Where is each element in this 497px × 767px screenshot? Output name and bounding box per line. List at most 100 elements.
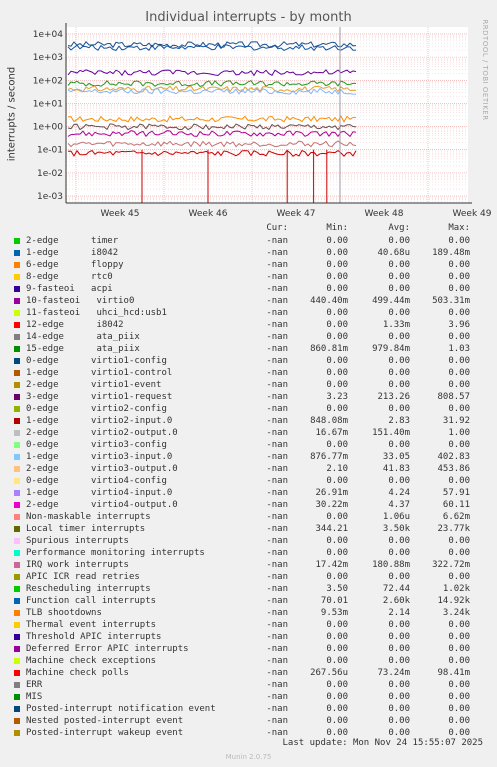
legend-label: 14-edge ata_piix (26, 332, 140, 342)
legend-row: 8-edge rtc0 -nan 0.00 0.00 0.00 (0, 271, 497, 283)
legend-label: Machine check exceptions (26, 656, 157, 666)
legend-cur-value: -nan (266, 608, 288, 618)
legend-min-value: 0.00 (326, 236, 348, 246)
legend-avg-value: 73.24m (377, 668, 410, 678)
legend-avg-value: 0.00 (388, 404, 410, 414)
col-avg-header: Avg: (388, 223, 410, 233)
legend-min-value: 0.00 (326, 572, 348, 582)
legend-min-value: 0.00 (326, 308, 348, 318)
legend-min-value: 876.77m (310, 452, 348, 462)
legend-row: IRQ work interrupts -nan 17.42m 180.88m 322.… (0, 559, 497, 571)
legend-row: 6-edge floppy -nan 0.00 0.00 0.00 (0, 259, 497, 271)
legend-swatch (14, 370, 20, 376)
legend-avg-value: 0.00 (388, 272, 410, 282)
legend-max-value: 189.48m (432, 248, 470, 258)
legend-avg-value: 0.00 (388, 548, 410, 558)
legend-cur-value: -nan (266, 284, 288, 294)
legend-label: Non-maskable interrupts (26, 512, 151, 522)
legend-min-value: 0.00 (326, 368, 348, 378)
legend-swatch (14, 598, 20, 604)
legend-max-value: 0.00 (448, 692, 470, 702)
legend-avg-value: 0.00 (388, 260, 410, 270)
legend-row: 2-edge virtio2-output.0 -nan 16.67m 151.40m… (0, 427, 497, 439)
legend-avg-value: 72.44 (382, 584, 410, 594)
legend-min-value: 3.23 (326, 392, 348, 402)
col-max-header: Max: (448, 223, 470, 233)
y-tick-label: 1e+04 (33, 30, 64, 40)
legend-label: 1-edge virtio1-control (26, 368, 173, 378)
legend-min-value: 848.08m (310, 416, 348, 426)
legend-min-value: 267.56u (310, 668, 348, 678)
legend-swatch (14, 418, 20, 424)
legend-max-value: 60.11 (442, 500, 470, 510)
legend-max-value: 0.00 (448, 536, 470, 546)
legend-row: 1-edge virtio2-input.0 -nan 848.08m 2.83 31.… (0, 415, 497, 427)
legend-swatch (14, 310, 20, 316)
legend-row: APIC ICR read retries -nan 0.00 0.00 0.00 (0, 571, 497, 583)
legend-label: Deferred Error APIC interrupts (26, 644, 189, 654)
legend-avg-value: 0.00 (388, 680, 410, 690)
legend-cur-value: -nan (266, 548, 288, 558)
legend-row: ERR -nan 0.00 0.00 0.00 (0, 679, 497, 691)
legend-swatch (14, 298, 20, 304)
legend-avg-value: 0.00 (388, 440, 410, 450)
legend-row: Deferred Error APIC interrupts -nan 0.00 0.… (0, 643, 497, 655)
legend-label: 2-edge timer (26, 236, 119, 246)
legend-swatch (14, 286, 20, 292)
legend-max-value: 0.00 (448, 260, 470, 270)
legend-swatch (14, 586, 20, 592)
y-tick-label: 1e+00 (33, 123, 64, 133)
legend-min-value: 17.42m (315, 560, 348, 570)
col-cur-header: Cur: (266, 223, 288, 233)
legend-min-value: 0.00 (326, 632, 348, 642)
legend-row: 0-edge virtio2-config -nan 0.00 0.00 0.00 (0, 403, 497, 415)
legend-cur-value: -nan (266, 728, 288, 738)
legend-min-value: 2.10 (326, 464, 348, 474)
legend-row: Spurious interrupts -nan 0.00 0.00 0.00 (0, 535, 497, 547)
y-tick-label: 1e-02 (37, 169, 63, 179)
legend-max-value: 3.24k (442, 608, 470, 618)
legend-cur-value: -nan (266, 644, 288, 654)
legend-min-value: 0.00 (326, 644, 348, 654)
legend-min-value: 0.00 (326, 656, 348, 666)
legend-label: ERR (26, 680, 43, 690)
legend-min-value: 0.00 (326, 548, 348, 558)
legend-cur-value: -nan (266, 344, 288, 354)
legend: 2-edge timer -nan 0.00 0.00 0.00 1-edge i8042… (0, 235, 497, 739)
legend-row: 1-edge virtio4-input.0 -nan 26.91m 4.24 57.9… (0, 487, 497, 499)
legend-swatch (14, 670, 20, 676)
legend-avg-value: 213.26 (377, 392, 410, 402)
legend-min-value: 26.91m (315, 488, 348, 498)
legend-row: 1-edge virtio3-input.0 -nan 876.77m 33.05 40… (0, 451, 497, 463)
col-min-header: Min: (326, 223, 348, 233)
legend-label: 9-fasteoi acpi (26, 284, 113, 294)
legend-max-value: 0.00 (448, 404, 470, 414)
legend-max-value: 23.77k (437, 524, 470, 534)
legend-swatch (14, 358, 20, 364)
legend-max-value: 503.31m (432, 296, 470, 306)
legend-avg-value: 0.00 (388, 572, 410, 582)
legend-label: Function call interrupts (26, 596, 157, 606)
legend-max-value: 0.00 (448, 272, 470, 282)
legend-label: 8-edge rtc0 (26, 272, 113, 282)
legend-cur-value: -nan (266, 560, 288, 570)
legend-label: 2-edge virtio1-event (26, 380, 162, 390)
chart-canvas: 1e+04 1e+03 1e+02 1e+01 1e+00 1e-01 1e-02 1e-03… (33, 23, 492, 219)
legend-swatch (14, 466, 20, 472)
legend-avg-value: 0.00 (388, 716, 410, 726)
legend-row: Local timer interrupts -nan 344.21 3.50k 23.… (0, 523, 497, 535)
legend-avg-value: 0.00 (388, 704, 410, 714)
legend-cur-value: -nan (266, 536, 288, 546)
legend-swatch (14, 322, 20, 328)
legend-max-value: 31.92 (442, 416, 470, 426)
legend-avg-value: 3.50k (382, 524, 410, 534)
legend-label: Spurious interrupts (26, 536, 129, 546)
legend-min-value: 0.00 (326, 476, 348, 486)
legend-swatch (14, 730, 20, 736)
legend-cur-value: -nan (266, 392, 288, 402)
legend-swatch (14, 646, 20, 652)
legend-max-value: 453.86 (437, 464, 470, 474)
legend-label: Posted-interrupt wakeup event (26, 728, 184, 738)
legend-row: Rescheduling interrupts -nan 3.50 72.44 1.02… (0, 583, 497, 595)
legend-row: Nested posted-interrupt event -nan 0.00 0.0… (0, 715, 497, 727)
